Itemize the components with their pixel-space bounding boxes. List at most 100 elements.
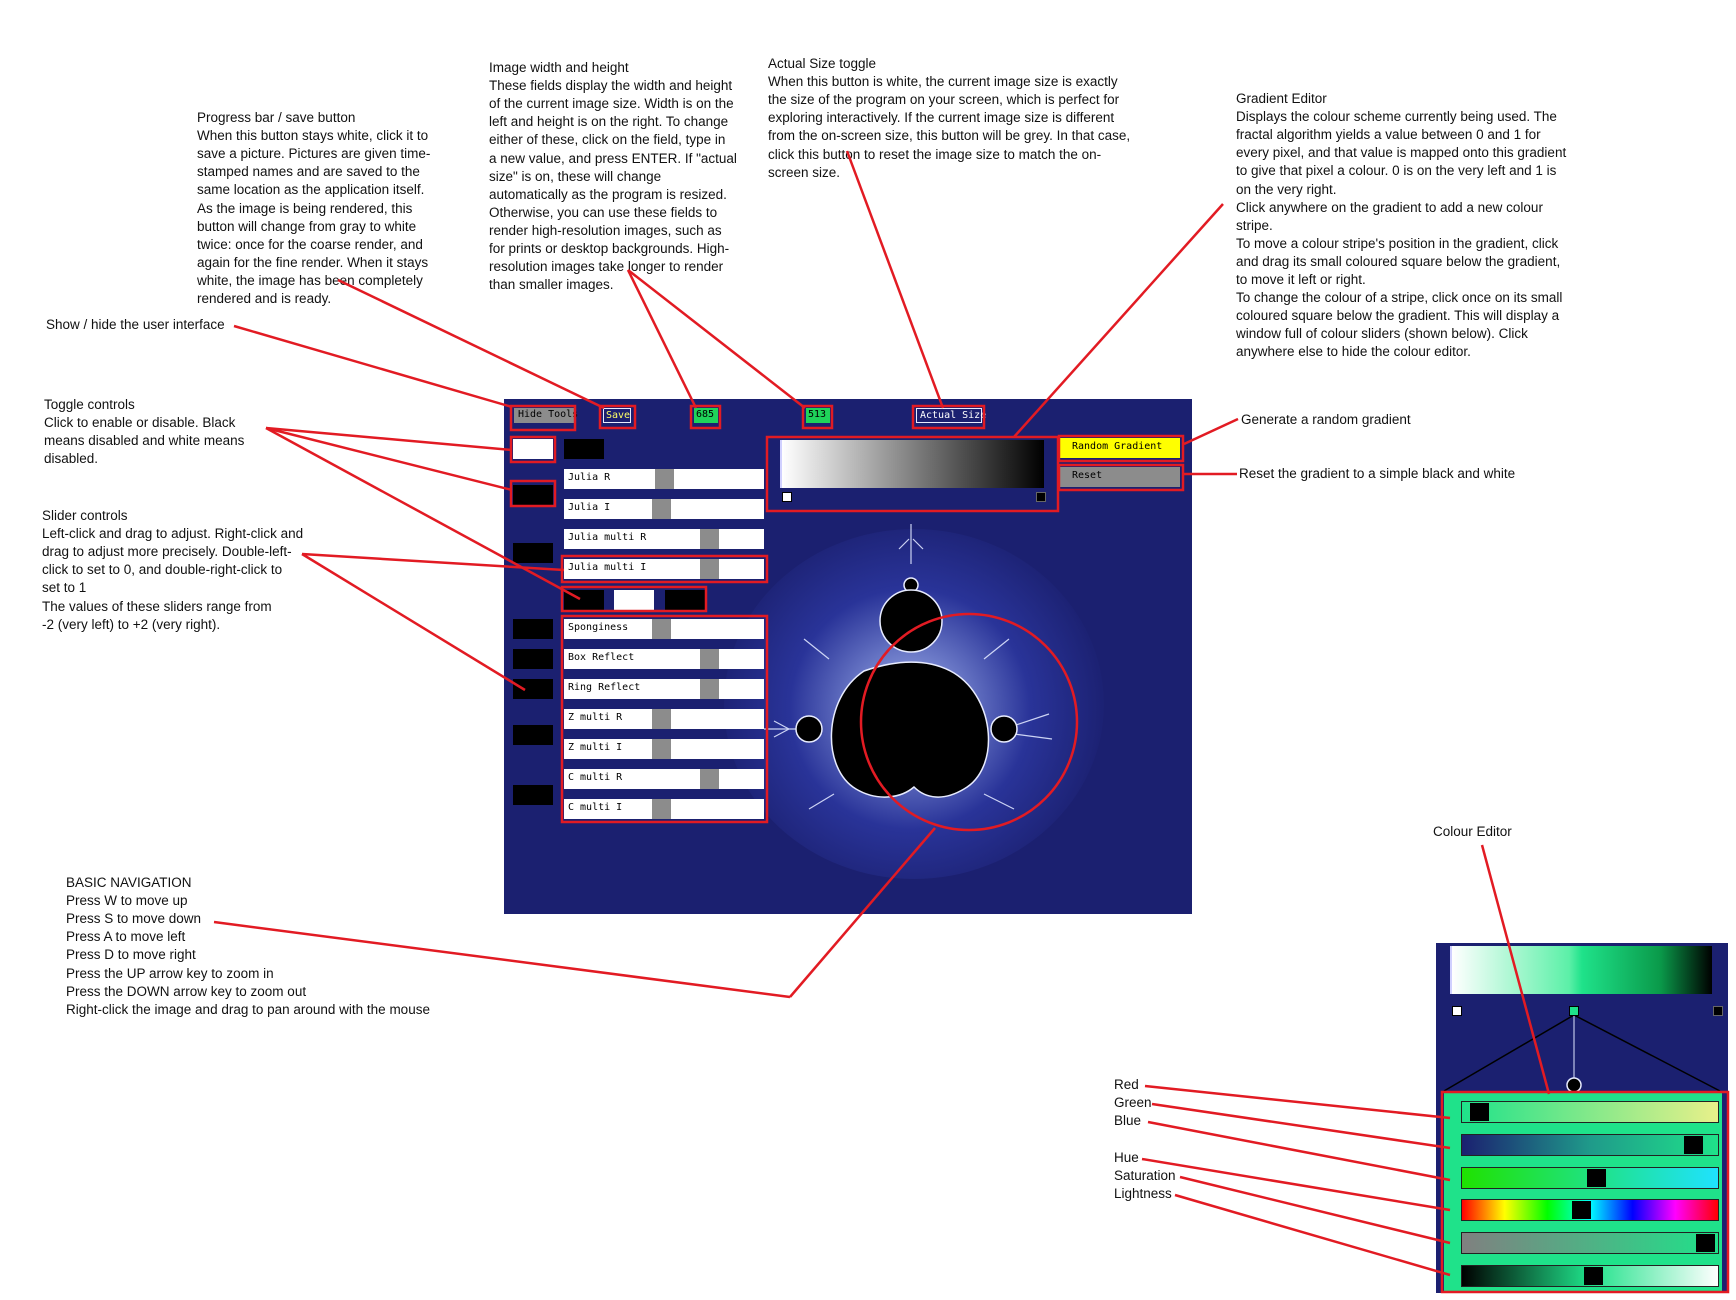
colour-editor-window (1436, 943, 1728, 1293)
colour-editor-note: Colour Editor (1433, 824, 1512, 839)
slider-julia-r-label: Julia R (568, 472, 611, 483)
toggle-6[interactable] (513, 679, 553, 699)
actual-size-button[interactable]: Actual Size (916, 408, 986, 423)
saturation-note: Saturation (1114, 1168, 1176, 1183)
toggle-5[interactable] (513, 649, 553, 669)
slider-julia-i[interactable]: Julia I (564, 499, 764, 519)
colour-editor-gradient-bar[interactable] (1450, 946, 1712, 994)
gradient-editor-note: Gradient Editor Displays the colour schem… (1236, 72, 1566, 362)
slider-ring-reflect-knob[interactable] (700, 679, 719, 699)
toggle-1[interactable] (564, 439, 604, 459)
slider-ring-reflect-label: Ring Reflect (568, 682, 641, 693)
hide-tools-button[interactable]: Hide Tools (514, 408, 578, 423)
toggle-white[interactable] (513, 439, 553, 459)
slider-julia-multi-i[interactable]: Julia multi I (564, 559, 764, 579)
actual-size-note-body: When this button is white, the current i… (768, 74, 1131, 180)
slider-z-multi-r-label: Z multi R (568, 712, 623, 723)
red-slider-knob[interactable] (1470, 1103, 1489, 1121)
slider-julia-r-knob[interactable] (655, 469, 674, 489)
slider-z-multi-i[interactable]: Z multi I (564, 739, 764, 759)
actual-size-note: Actual Size toggle When this button is wh… (768, 37, 1130, 182)
progress-note-body: When this button stays white, click it t… (197, 128, 431, 307)
toggle-9[interactable] (564, 590, 604, 610)
hue-note: Hue (1114, 1150, 1139, 1165)
toggle-4[interactable] (513, 619, 553, 639)
slider-z-multi-r-knob[interactable] (652, 709, 671, 729)
colour-sliders-panel (1444, 1091, 1722, 1291)
toggle-note-title: Toggle controls (44, 397, 135, 413)
slider-note-body: Left-click and drag to adjust. Right-cli… (42, 526, 304, 632)
random-gradient-button[interactable]: Random Gradient (1060, 438, 1180, 458)
toggle-10[interactable] (614, 590, 654, 610)
show-hide-note: Show / hide the user interface (46, 317, 225, 332)
slider-julia-multi-r-knob[interactable] (700, 529, 719, 549)
slider-box-reflect-knob[interactable] (700, 649, 719, 669)
navigation-note: BASIC NAVIGATION Press W to move up Press… (66, 856, 430, 1019)
progress-note-title: Progress bar / save button (197, 110, 356, 126)
slider-c-multi-i-knob[interactable] (652, 799, 671, 819)
toggle-controls-note: Toggle controls Click to enable or disabl… (44, 378, 244, 468)
colour-editor-stop-black[interactable] (1713, 1006, 1723, 1016)
save-button[interactable]: Save (603, 408, 631, 423)
slider-z-multi-i-label: Z multi I (568, 742, 623, 753)
slider-c-multi-r-knob[interactable] (700, 769, 719, 789)
blue-slider-knob[interactable] (1587, 1169, 1606, 1187)
slider-c-multi-r-label: C multi R (568, 772, 623, 783)
lightness-slider-knob[interactable] (1584, 1267, 1603, 1285)
gradient-stop-white[interactable] (782, 492, 792, 502)
colour-editor-stop-selected[interactable] (1569, 1006, 1579, 1016)
slider-sponginess[interactable]: Sponginess (564, 619, 764, 639)
image-size-note: Image width and height These fields displ… (489, 41, 737, 294)
navigation-note-body: Press W to move up Press S to move down … (66, 893, 430, 1017)
saturation-slider[interactable] (1461, 1232, 1719, 1254)
slider-julia-multi-r[interactable]: Julia multi R (564, 529, 764, 549)
slider-sponginess-label: Sponginess (568, 622, 629, 633)
toggle-3[interactable] (513, 543, 553, 563)
gradient-editor[interactable] (774, 440, 1054, 505)
slider-julia-r[interactable]: Julia R (564, 469, 764, 489)
random-gradient-note: Generate a random gradient (1241, 412, 1411, 427)
gradient-editor-note-body: Displays the colour scheme currently bei… (1236, 109, 1567, 360)
blue-note: Blue (1114, 1113, 1142, 1128)
image-size-note-title: Image width and height (489, 60, 629, 76)
navigation-note-title: BASIC NAVIGATION (66, 875, 192, 891)
slider-julia-multi-r-label: Julia multi R (568, 532, 647, 543)
slider-julia-multi-i-label: Julia multi I (568, 562, 647, 573)
reset-gradient-note: Reset the gradient to a simple black and… (1239, 466, 1516, 481)
gradient-editor-note-title: Gradient Editor (1236, 91, 1327, 107)
toggle-8[interactable] (513, 785, 553, 805)
slider-sponginess-knob[interactable] (652, 619, 671, 639)
slider-ring-reflect[interactable]: Ring Reflect (564, 679, 764, 699)
slider-box-reflect[interactable]: Box Reflect (564, 649, 764, 669)
lightness-slider[interactable] (1461, 1265, 1719, 1287)
slider-z-multi-r[interactable]: Z multi R (564, 709, 764, 729)
toggle-note-body: Click to enable or disable. Black means … (44, 415, 245, 467)
progress-note: Progress bar / save button When this butt… (197, 91, 430, 308)
slider-julia-i-label: Julia I (568, 502, 611, 513)
toggle-11[interactable] (665, 590, 705, 610)
hue-slider[interactable] (1461, 1199, 1719, 1221)
gradient-stop-black[interactable] (1036, 492, 1046, 502)
reset-gradient-button[interactable]: Reset (1060, 467, 1180, 487)
hue-slider-knob[interactable] (1572, 1201, 1591, 1219)
green-slider-knob[interactable] (1684, 1136, 1703, 1154)
slider-c-multi-i[interactable]: C multi I (564, 799, 764, 819)
slider-z-multi-i-knob[interactable] (652, 739, 671, 759)
green-slider[interactable] (1461, 1134, 1719, 1156)
colour-editor-stop-white[interactable] (1452, 1006, 1462, 1016)
toggle-7[interactable] (513, 725, 553, 745)
gradient-bar[interactable] (780, 440, 1044, 488)
green-note: Green (1114, 1095, 1152, 1110)
height-field[interactable]: 513 (806, 408, 830, 423)
red-slider[interactable] (1461, 1101, 1719, 1123)
slider-julia-multi-i-knob[interactable] (700, 559, 719, 579)
slider-julia-i-knob[interactable] (652, 499, 671, 519)
slider-c-multi-r[interactable]: C multi R (564, 769, 764, 789)
lightness-note: Lightness (1114, 1186, 1172, 1201)
blue-slider[interactable] (1461, 1167, 1719, 1189)
width-field[interactable]: 685 (694, 408, 718, 423)
saturation-slider-knob[interactable] (1696, 1234, 1715, 1252)
actual-size-note-title: Actual Size toggle (768, 56, 877, 72)
toggle-2[interactable] (513, 485, 553, 505)
slider-c-multi-i-label: C multi I (568, 802, 623, 813)
